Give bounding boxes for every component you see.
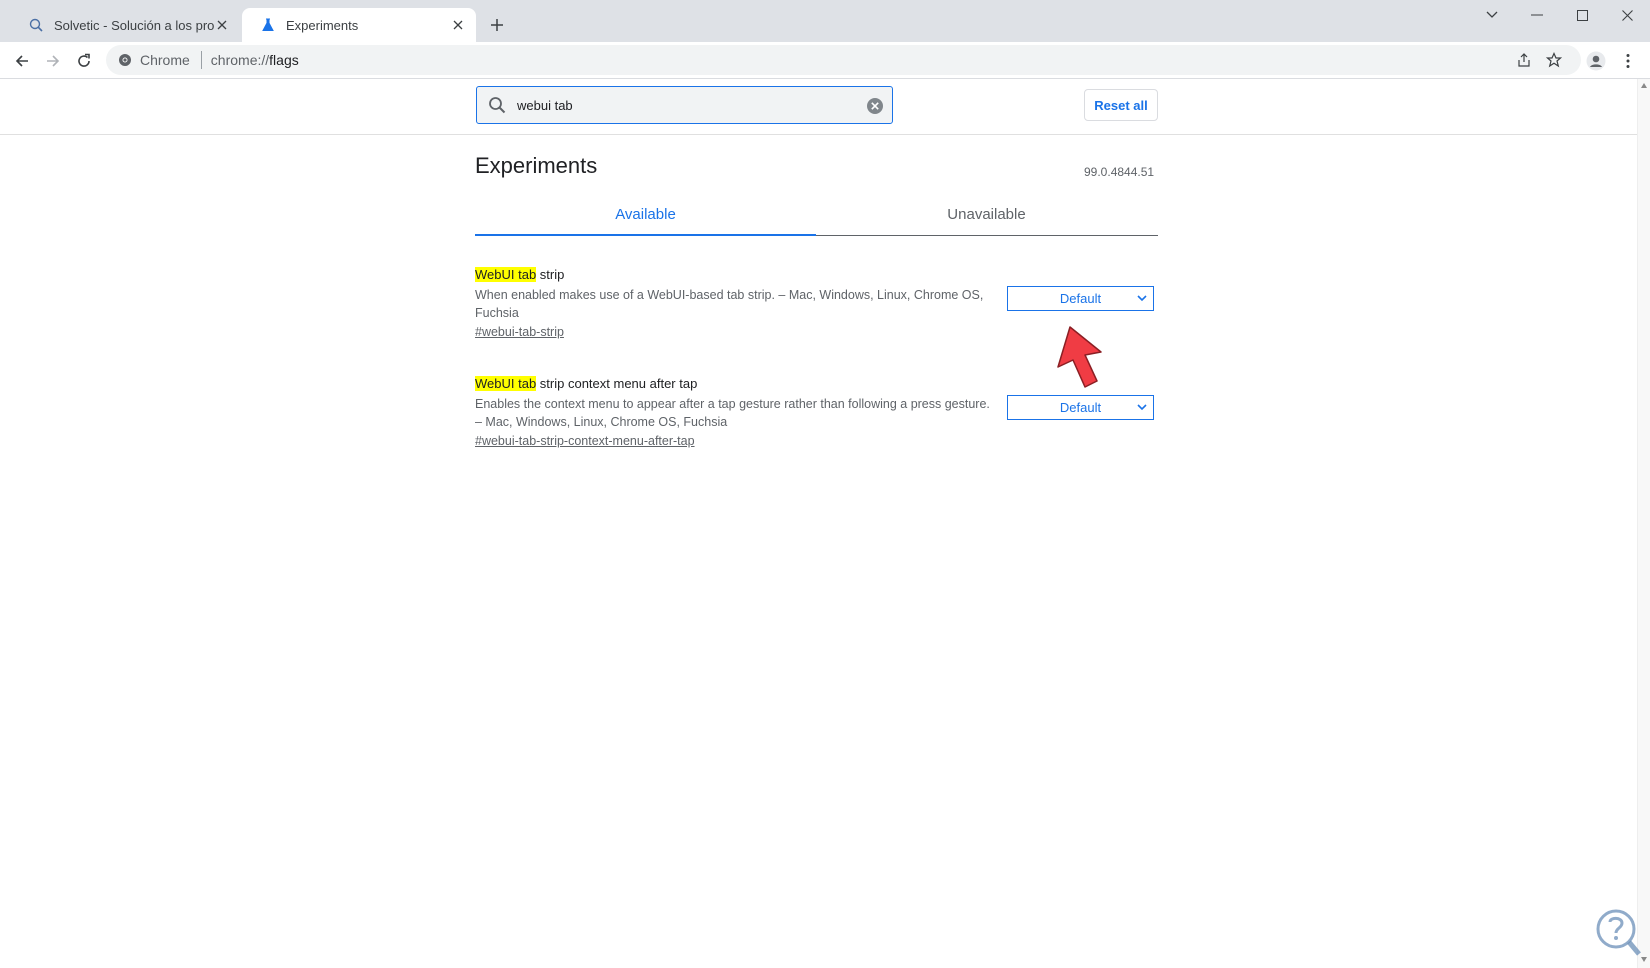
site-label: Chrome — [140, 52, 190, 68]
flags-tabs: Available Unavailable — [475, 194, 1158, 236]
flag-title: WebUI tab strip — [475, 267, 1158, 282]
close-tab-icon[interactable] — [450, 17, 466, 33]
browser-tab-title: Solvetic - Solución a los problem — [54, 17, 214, 33]
flag-state-select[interactable]: Default — [1007, 395, 1154, 420]
close-window-button[interactable] — [1604, 0, 1650, 30]
chevron-down-icon — [1137, 404, 1147, 411]
flag-title-rest: strip — [536, 267, 565, 282]
clear-search-icon[interactable] — [866, 97, 884, 115]
chevron-down-icon — [1137, 295, 1147, 302]
solvetic-favicon-icon — [28, 17, 44, 33]
flag-permalink[interactable]: #webui-tab-strip-context-menu-after-tap — [475, 434, 1158, 448]
profile-button[interactable] — [1582, 47, 1610, 75]
reload-button[interactable] — [70, 47, 98, 75]
browser-tab-solvetic[interactable]: Solvetic - Solución a los problem — [10, 8, 240, 42]
flags-page: Reset all Experiments 99.0.4844.51 Avail… — [0, 79, 1650, 968]
select-value: Default — [1059, 400, 1102, 415]
search-highlight: WebUI tab — [475, 267, 537, 282]
browser-toolbar: Chrome chrome://flags — [0, 42, 1650, 79]
scroll-down-arrow-icon[interactable] — [1641, 957, 1647, 962]
flag-title-rest: strip context menu after tap — [536, 376, 698, 391]
minimize-icon — [1531, 14, 1543, 16]
minimize-button[interactable] — [1514, 0, 1560, 30]
new-tab-button[interactable] — [484, 12, 510, 38]
omnibox-divider — [200, 51, 202, 69]
chevron-down-icon — [1486, 11, 1498, 18]
url-host: flags — [269, 52, 299, 68]
annotation-arrow-icon — [1057, 326, 1102, 388]
plus-icon — [491, 19, 503, 31]
close-icon — [1621, 9, 1633, 21]
site-info-chip[interactable]: Chrome — [118, 52, 190, 68]
page-scrollbar[interactable] — [1637, 79, 1650, 968]
close-tab-icon[interactable] — [214, 17, 230, 33]
forward-arrow-icon — [47, 55, 60, 67]
flag-search-box[interactable] — [476, 86, 893, 124]
search-header: Reset all — [0, 79, 1638, 135]
flag-state-select[interactable]: Default — [1007, 286, 1154, 311]
share-button[interactable] — [1511, 47, 1537, 73]
browser-tab-title: Experiments — [286, 17, 359, 33]
bookmark-star-button[interactable] — [1541, 47, 1567, 73]
forward-button[interactable] — [39, 47, 67, 75]
search-icon — [487, 95, 507, 115]
more-vertical-icon — [1626, 54, 1630, 68]
avatar-icon — [1586, 51, 1606, 71]
address-bar[interactable]: Chrome chrome://flags — [106, 45, 1581, 75]
back-arrow-icon — [15, 55, 28, 67]
star-icon — [1546, 52, 1562, 68]
url-scheme: chrome:// — [210, 52, 270, 68]
page-title: Experiments — [475, 153, 598, 178]
chrome-logo-icon — [119, 54, 131, 66]
maximize-icon — [1576, 9, 1588, 21]
share-icon — [1518, 53, 1530, 67]
reset-all-button[interactable]: Reset all — [1084, 89, 1158, 121]
maximize-button[interactable] — [1559, 0, 1605, 30]
search-highlight: WebUI tab — [475, 376, 537, 391]
reload-icon — [78, 53, 90, 67]
chrome-menu-button[interactable] — [1614, 47, 1642, 75]
scroll-up-arrow-icon[interactable] — [1641, 83, 1647, 88]
watermark-logo-icon — [1596, 909, 1641, 956]
tab-unavailable[interactable]: Unavailable — [816, 194, 1157, 235]
flag-description: When enabled makes use of a WebUI-based … — [475, 288, 984, 320]
search-input[interactable] — [515, 96, 859, 114]
back-button[interactable] — [8, 47, 36, 75]
flask-icon — [260, 17, 276, 33]
browser-tab-experiments[interactable]: Experiments — [242, 8, 476, 42]
select-value: Default — [1059, 291, 1102, 306]
version-number: 99.0.4844.51 — [1084, 165, 1155, 179]
tab-available[interactable]: Available — [475, 194, 816, 236]
tab-search-button[interactable] — [1469, 0, 1515, 30]
flag-description: Enables the context menu to appear after… — [475, 397, 990, 429]
tab-strip: Solvetic - Solución a los problem Experi… — [0, 0, 1650, 42]
